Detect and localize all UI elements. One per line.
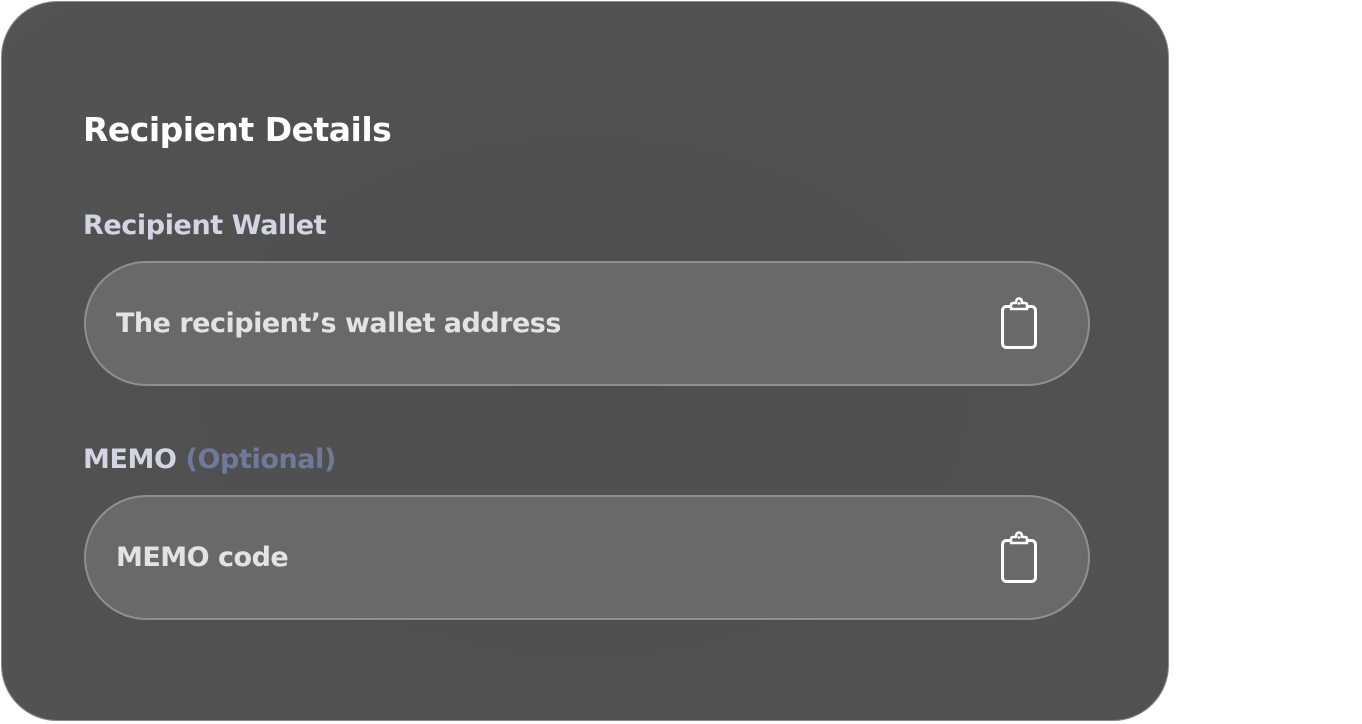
memo-optional-text: (Optional) xyxy=(185,444,337,475)
recipient-details-card: Recipient Details Recipient Wallet MEMO … xyxy=(1,1,1169,721)
memo-label: MEMO (Optional) xyxy=(83,442,336,478)
card-title: Recipient Details xyxy=(83,110,392,149)
clipboard-icon xyxy=(999,531,1039,585)
memo-field xyxy=(84,495,1090,620)
memo-label-text: MEMO xyxy=(83,444,177,475)
recipient-wallet-input[interactable] xyxy=(116,263,976,384)
memo-input[interactable] xyxy=(116,497,976,618)
paste-wallet-button[interactable] xyxy=(994,294,1044,354)
paste-memo-button[interactable] xyxy=(994,528,1044,588)
clipboard-icon xyxy=(999,297,1039,351)
recipient-wallet-field xyxy=(84,261,1090,386)
recipient-wallet-label: Recipient Wallet xyxy=(83,208,327,244)
recipient-wallet-label-text: Recipient Wallet xyxy=(83,210,327,241)
